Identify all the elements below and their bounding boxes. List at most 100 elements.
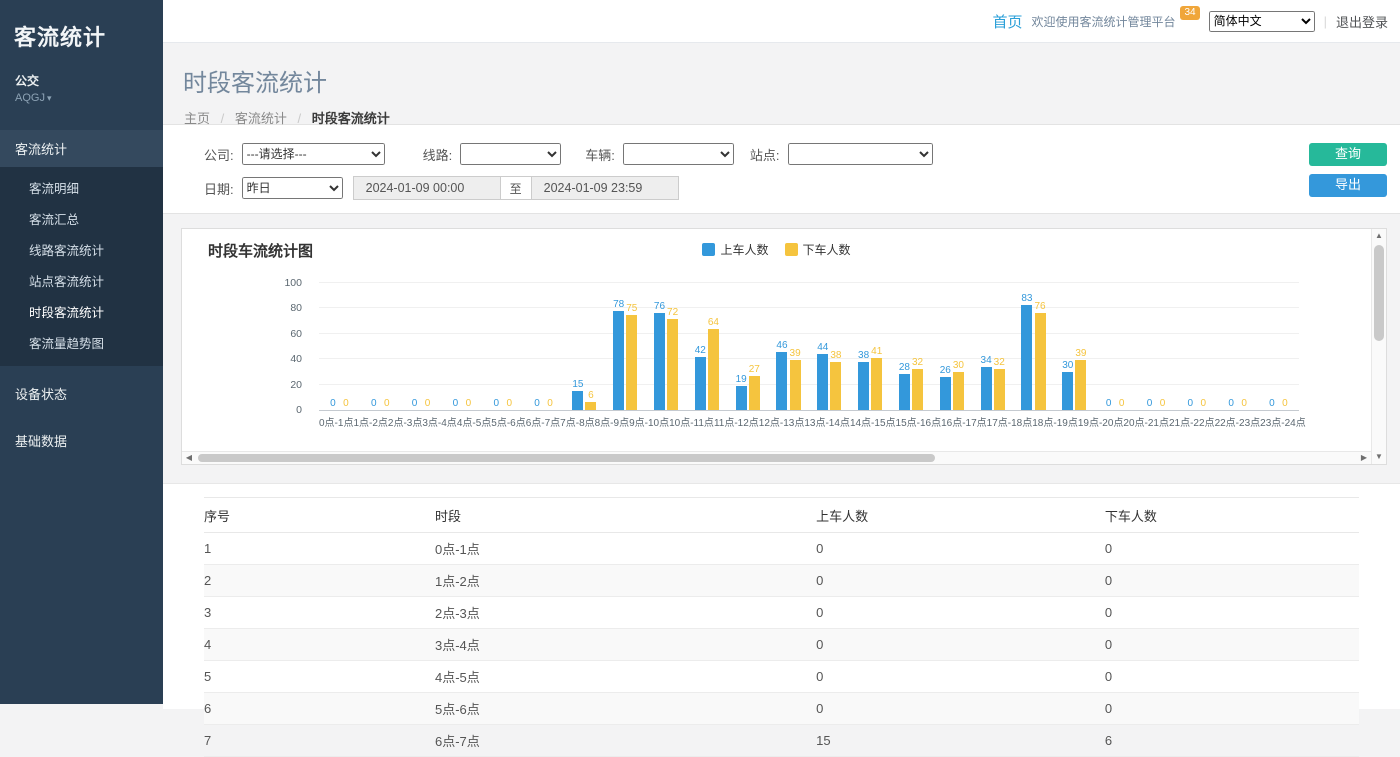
bar-value-label: 0: [1147, 398, 1153, 409]
sidebar-item-station-stats[interactable]: 站点客流统计: [0, 265, 163, 296]
chart-bar[interactable]: [613, 311, 624, 410]
chart-bar[interactable]: [830, 362, 841, 410]
horizontal-scroll-thumb[interactable]: [198, 454, 935, 462]
bar-column: 72: [667, 284, 678, 410]
sidebar-item-passenger-summary[interactable]: 客流汇总: [0, 203, 163, 234]
chart-bar[interactable]: [667, 319, 678, 410]
scroll-up-icon[interactable]: ▲: [1372, 229, 1386, 243]
table-cell: 4: [204, 629, 435, 661]
chart-bar[interactable]: [940, 377, 951, 410]
sidebar-item-device-status[interactable]: 设备状态: [0, 374, 163, 413]
chart-bar[interactable]: [790, 360, 801, 410]
chart-bar[interactable]: [1062, 372, 1073, 410]
language-select[interactable]: 简体中文: [1209, 11, 1315, 32]
bar-group: 156: [564, 284, 605, 410]
vehicle-select[interactable]: [623, 143, 734, 165]
chart-plot: 0000000000001567875767242641927463944383…: [319, 284, 1299, 411]
home-link[interactable]: 首页: [992, 11, 1022, 32]
table-section: 序号 时段 上车人数 下车人数 10点-1点0021点-2点0032点-3点00…: [163, 483, 1400, 709]
x-tick-label: 2点-3点: [388, 414, 422, 429]
chart-x-labels: 0点-1点1点-2点2点-3点3点-4点4点-5点5点-6点6点-7点7点-8点…: [319, 414, 1299, 429]
gridline: [319, 282, 1299, 283]
date-label: 日期:: [204, 179, 234, 198]
bar-column: 30: [953, 284, 964, 410]
table-row[interactable]: 54点-5点00: [204, 661, 1359, 693]
chart-bar[interactable]: [695, 357, 706, 410]
line-select[interactable]: [460, 143, 561, 165]
chart-bar[interactable]: [654, 313, 665, 410]
chart-bar[interactable]: [1021, 305, 1032, 410]
date-start-input[interactable]: [353, 176, 501, 200]
scroll-left-icon[interactable]: ◀: [182, 452, 196, 464]
query-button[interactable]: 查询: [1309, 143, 1387, 166]
bar-column: 0: [545, 284, 556, 410]
chart-bar[interactable]: [858, 362, 869, 410]
chart-bar[interactable]: [817, 354, 828, 410]
org-code-dropdown[interactable]: AQGJ▾: [0, 89, 163, 116]
x-tick-label: 18点-19点: [1032, 414, 1078, 429]
table-cell: 0: [1105, 533, 1359, 565]
table-row[interactable]: 21点-2点00: [204, 565, 1359, 597]
scroll-down-icon[interactable]: ▼: [1372, 450, 1386, 464]
line-label: 线路:: [423, 145, 453, 164]
chart-bar[interactable]: [994, 369, 1005, 410]
table-row[interactable]: 76点-7点156: [204, 725, 1359, 757]
chart-bar[interactable]: [776, 352, 787, 410]
table-cell: 0: [1105, 629, 1359, 661]
scroll-right-icon[interactable]: ▶: [1357, 452, 1371, 464]
company-select[interactable]: ---请选择---: [242, 143, 385, 165]
bar-value-label: 76: [1034, 301, 1045, 312]
sidebar-item-time-period-stats[interactable]: 时段客流统计: [0, 296, 163, 327]
export-button[interactable]: 导出: [1309, 174, 1387, 197]
chart-bar[interactable]: [1075, 360, 1086, 410]
sidebar-item-base-data[interactable]: 基础数据: [0, 421, 163, 460]
chart-bar[interactable]: [871, 358, 882, 410]
chart-legend: 上车人数下车人数: [182, 241, 1371, 258]
legend-item[interactable]: 上车人数: [702, 241, 768, 258]
table-header-period: 时段: [435, 498, 816, 533]
table-row[interactable]: 10点-1点00: [204, 533, 1359, 565]
legend-item[interactable]: 下车人数: [785, 241, 851, 258]
bar-group: 4639: [768, 284, 809, 410]
bar-column: 46: [776, 284, 787, 410]
y-tick-label: 100: [284, 277, 302, 289]
bar-column: 0: [1116, 284, 1127, 410]
chart-bar[interactable]: [626, 315, 637, 410]
chart-bar[interactable]: [953, 372, 964, 410]
bar-group: 1927: [727, 284, 768, 410]
bar-column: 26: [940, 284, 951, 410]
notification-badge[interactable]: 34: [1180, 6, 1199, 20]
sidebar-section-passenger-stats[interactable]: 客流统计: [0, 130, 163, 167]
sidebar-item-line-stats[interactable]: 线路客流统计: [0, 234, 163, 265]
x-tick-label: 14点-15点: [850, 414, 896, 429]
chart-bar[interactable]: [912, 369, 923, 410]
table-row[interactable]: 43点-4点00: [204, 629, 1359, 661]
chart-bar[interactable]: [981, 367, 992, 410]
org-name: 公交: [0, 56, 163, 89]
chart-bar[interactable]: [899, 374, 910, 410]
table-row[interactable]: 32点-3点00: [204, 597, 1359, 629]
breadcrumb-home[interactable]: 主页: [184, 111, 210, 126]
table-cell: 0: [1105, 597, 1359, 629]
chart-bar[interactable]: [572, 391, 583, 410]
logout-link[interactable]: 退出登录: [1336, 12, 1388, 31]
table-row[interactable]: 65点-6点00: [204, 693, 1359, 725]
vertical-scroll-thumb[interactable]: [1374, 245, 1384, 341]
bar-column: 0: [1226, 284, 1237, 410]
chart-scrollbar-horizontal[interactable]: ◀ ▶: [182, 451, 1371, 464]
chart-bar[interactable]: [749, 376, 760, 410]
bar-column: 0: [1103, 284, 1114, 410]
bar-value-label: 42: [695, 345, 706, 356]
date-end-input[interactable]: [531, 176, 679, 200]
chart-bar[interactable]: [708, 329, 719, 410]
sidebar-item-trend-chart[interactable]: 客流量趋势图: [0, 327, 163, 358]
date-preset-select[interactable]: 昨日: [242, 177, 343, 199]
station-select[interactable]: [788, 143, 933, 165]
chart-bar[interactable]: [585, 402, 596, 410]
chart-scrollbar-vertical[interactable]: ▲ ▼: [1371, 229, 1386, 464]
chart-bar[interactable]: [736, 386, 747, 410]
chart-bar[interactable]: [1035, 313, 1046, 410]
x-tick-label: 10点-11点: [669, 414, 714, 429]
sidebar-item-passenger-detail[interactable]: 客流明细: [0, 172, 163, 203]
breadcrumb-section[interactable]: 客流统计: [235, 111, 287, 126]
